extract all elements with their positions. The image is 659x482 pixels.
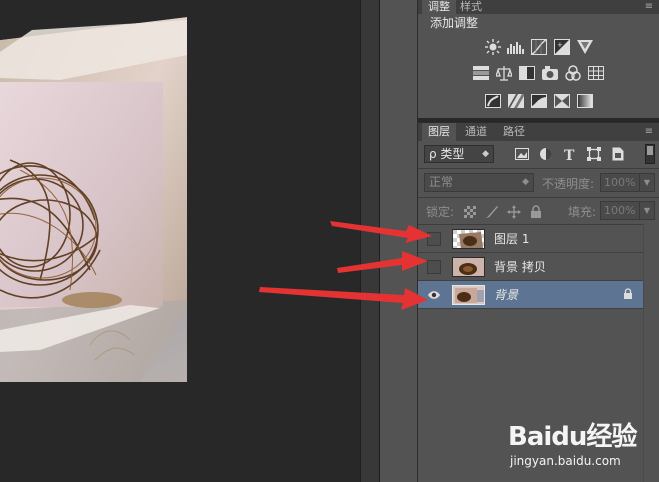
photo-filter-icon[interactable]	[542, 64, 559, 81]
tab-adjustments[interactable]: 调整	[422, 0, 456, 14]
panel-dock-strip	[360, 0, 380, 482]
panel-menu-icon[interactable]: ≡	[643, 2, 655, 12]
invert-icon[interactable]	[484, 92, 501, 109]
lock-position-icon[interactable]	[506, 204, 521, 219]
layer-name[interactable]: 图层 1	[494, 225, 529, 253]
layer-filter-bar: ρ 类型 ◆ T	[418, 140, 659, 168]
adjustments-tabbar: 调整 样式 ≡	[418, 0, 659, 14]
adjustments-panel: 调整 样式 ≡ 添加调整 +	[418, 0, 659, 118]
posterize-icon[interactable]	[507, 92, 524, 109]
document-canvas[interactable]	[0, 0, 360, 482]
shape-filter-icon[interactable]	[586, 146, 601, 161]
filter-type-select[interactable]: ρ 类型 ◆	[424, 145, 494, 163]
smart-object-filter-icon[interactable]	[610, 146, 625, 161]
opacity-value: 100%	[604, 176, 636, 189]
chevron-down-icon[interactable]: ▼	[639, 174, 654, 191]
baidu-watermark: Baidu经验 jingyan.baidu.com	[508, 410, 658, 482]
exposure-icon[interactable]: +	[553, 38, 570, 55]
curves-icon[interactable]	[530, 38, 547, 55]
adjustments-row-1: +	[418, 38, 659, 55]
visibility-toggle[interactable]	[427, 260, 441, 274]
layer-name[interactable]: 背景 拷贝	[494, 253, 546, 281]
svg-text:T: T	[564, 148, 575, 161]
watermark-url: jingyan.baidu.com	[510, 454, 621, 468]
fill-value: 100%	[604, 204, 636, 217]
svg-text:+: +	[557, 41, 563, 49]
tab-channels[interactable]: 通道	[459, 123, 493, 141]
pixel-filter-icon[interactable]	[514, 146, 529, 161]
chevron-down-icon[interactable]: ▼	[639, 202, 654, 219]
blend-row: 正常 ◆ 不透明度: 100% ▼	[418, 169, 659, 197]
channel-mixer-icon[interactable]	[565, 64, 582, 81]
filter-toggle-switch[interactable]	[645, 144, 655, 164]
eye-icon[interactable]	[427, 288, 441, 302]
visibility-toggle[interactable]	[427, 232, 441, 246]
color-balance-icon[interactable]	[496, 64, 513, 81]
lock-icon	[623, 288, 633, 303]
layer-thumbnail	[452, 257, 485, 277]
lock-row: 锁定: 填充: 100% ▼	[418, 198, 659, 224]
opacity-label: 不透明度:	[542, 177, 595, 191]
canvas-artwork	[0, 17, 187, 382]
black-white-icon[interactable]	[519, 64, 536, 81]
hue-saturation-icon[interactable]	[473, 64, 490, 81]
watermark-brand: Baidu经验	[508, 422, 637, 452]
lock-label: 锁定:	[426, 205, 455, 219]
lock-all-icon[interactable]	[528, 204, 543, 219]
tab-layers[interactable]: 图层	[422, 123, 456, 141]
tab-paths[interactable]: 路径	[497, 123, 531, 141]
adjustments-title: 添加调整	[430, 16, 479, 30]
fill-field[interactable]: 100% ▼	[600, 201, 655, 220]
layers-tabbar: 图层 通道 路径 ≡	[418, 122, 659, 141]
lock-image-pixels-icon[interactable]	[484, 204, 499, 219]
type-filter-icon[interactable]: T	[562, 146, 577, 161]
opacity-field[interactable]: 100% ▼	[600, 173, 655, 192]
layer-row[interactable]: 背景 拷贝	[418, 253, 643, 281]
vibrance-icon[interactable]	[576, 38, 593, 55]
selective-color-icon[interactable]	[553, 92, 570, 109]
lock-transparent-pixels-icon[interactable]	[462, 204, 477, 219]
adjustment-filter-icon[interactable]	[538, 146, 553, 161]
layer-row[interactable]: 背景	[418, 281, 643, 309]
tab-styles[interactable]: 样式	[454, 0, 488, 14]
color-lookup-icon[interactable]	[588, 64, 605, 81]
threshold-icon[interactable]	[530, 92, 547, 109]
collapsed-panel-column	[380, 0, 418, 482]
layer-name[interactable]: 背景	[494, 281, 518, 309]
gradient-map-icon[interactable]	[576, 92, 593, 109]
fill-label: 填充:	[568, 205, 597, 219]
adjustments-row-2	[418, 64, 659, 81]
blend-mode-value: 正常	[429, 175, 454, 189]
levels-icon[interactable]	[507, 38, 524, 55]
layer-row[interactable]: 图层 1	[418, 225, 643, 253]
layer-thumbnail	[452, 285, 485, 305]
brightness-contrast-icon[interactable]	[484, 38, 501, 55]
adjustments-row-3	[418, 92, 659, 109]
layer-thumbnail	[452, 229, 485, 249]
blend-mode-select[interactable]: 正常 ◆	[424, 173, 534, 192]
panel-menu-icon[interactable]: ≡	[643, 127, 655, 137]
filter-type-label: ρ 类型	[429, 147, 465, 161]
